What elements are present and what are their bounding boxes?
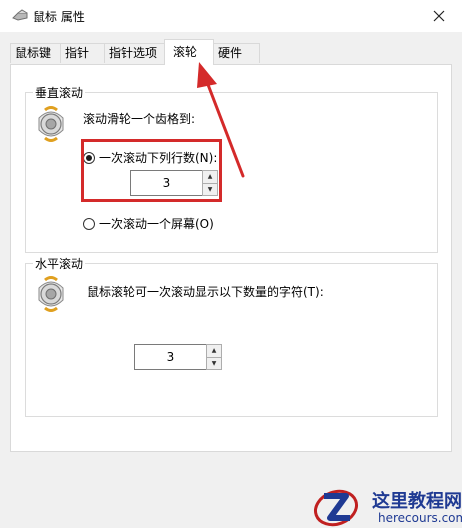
wheel-tab-panel: 垂直滚动 滚动滑轮一个齿格到: 一次滚动下列行数(N): 3 ▲ ▼ 一次滚动一… bbox=[10, 64, 452, 452]
vertical-scroll-description: 滚动滑轮一个齿格到: bbox=[83, 112, 196, 126]
tab-hardware[interactable]: 硬件 bbox=[213, 43, 260, 63]
down-arrow-icon: ▼ bbox=[207, 185, 213, 193]
tab-pointer-options[interactable]: 指针选项 bbox=[104, 43, 165, 63]
spin-buttons: ▲ ▼ bbox=[202, 170, 218, 196]
tab-label: 指针选项 bbox=[109, 46, 158, 60]
tab-label: 滚轮 bbox=[173, 45, 198, 59]
lines-spinner[interactable]: 3 ▲ ▼ bbox=[130, 170, 218, 196]
title-bar: 鼠标 属性 bbox=[0, 0, 462, 32]
tab-wheel[interactable]: 滚轮 bbox=[164, 39, 214, 65]
up-arrow-icon: ▲ bbox=[207, 173, 213, 180]
lines-input[interactable]: 3 bbox=[130, 170, 202, 196]
radio-button[interactable] bbox=[83, 151, 95, 164]
group-title: 垂直滚动 bbox=[33, 84, 86, 101]
group-title: 水平滚动 bbox=[33, 255, 86, 272]
tab-buttons[interactable]: 鼠标键 bbox=[10, 43, 61, 63]
watermark-en-text: herecours.com bbox=[378, 511, 462, 525]
spin-buttons: ▲ ▼ bbox=[206, 344, 222, 370]
watermark-logo-icon bbox=[314, 489, 358, 527]
up-arrow-icon: ▲ bbox=[211, 347, 217, 354]
tab-label: 鼠标键 bbox=[15, 46, 52, 60]
spin-down-button[interactable]: ▼ bbox=[202, 183, 218, 196]
watermark: 这里教程网 herecours.com bbox=[312, 484, 462, 528]
window-title: 鼠标 属性 bbox=[33, 10, 85, 24]
chars-input[interactable]: 3 bbox=[134, 344, 206, 370]
close-icon bbox=[433, 10, 445, 22]
chars-spinner[interactable]: 3 ▲ ▼ bbox=[134, 344, 222, 370]
mouse-icon bbox=[12, 9, 28, 21]
scroll-lines-option[interactable]: 一次滚动下列行数(N): bbox=[83, 149, 217, 166]
spin-down-button[interactable]: ▼ bbox=[206, 357, 222, 370]
scroll-screen-option[interactable]: 一次滚动一个屏幕(O) bbox=[83, 215, 214, 232]
mouse-wheel-icon bbox=[38, 106, 64, 142]
spin-up-button[interactable]: ▲ bbox=[206, 344, 222, 357]
mouse-wheel-icon bbox=[38, 276, 64, 312]
radio-button[interactable] bbox=[83, 217, 95, 230]
spin-up-button[interactable]: ▲ bbox=[202, 170, 218, 183]
tab-pointers[interactable]: 指针 bbox=[60, 43, 105, 63]
vertical-scroll-group: 垂直滚动 滚动滑轮一个齿格到: 一次滚动下列行数(N): 3 ▲ ▼ 一次滚动一… bbox=[25, 84, 438, 253]
down-arrow-icon: ▼ bbox=[211, 359, 217, 367]
horizontal-scroll-group: 水平滚动 鼠标滚轮可一次滚动显示以下数量的字符(T): 3 ▲ ▼ bbox=[25, 255, 438, 417]
radio-label: 一次滚动下列行数(N): bbox=[99, 151, 218, 165]
horizontal-scroll-description: 鼠标滚轮可一次滚动显示以下数量的字符(T): bbox=[87, 285, 324, 299]
tab-label: 硬件 bbox=[218, 46, 243, 60]
radio-label: 一次滚动一个屏幕(O) bbox=[99, 217, 214, 231]
watermark-cn-text: 这里教程网 bbox=[372, 491, 462, 512]
tab-label: 指针 bbox=[65, 46, 90, 60]
close-button[interactable] bbox=[416, 0, 462, 32]
